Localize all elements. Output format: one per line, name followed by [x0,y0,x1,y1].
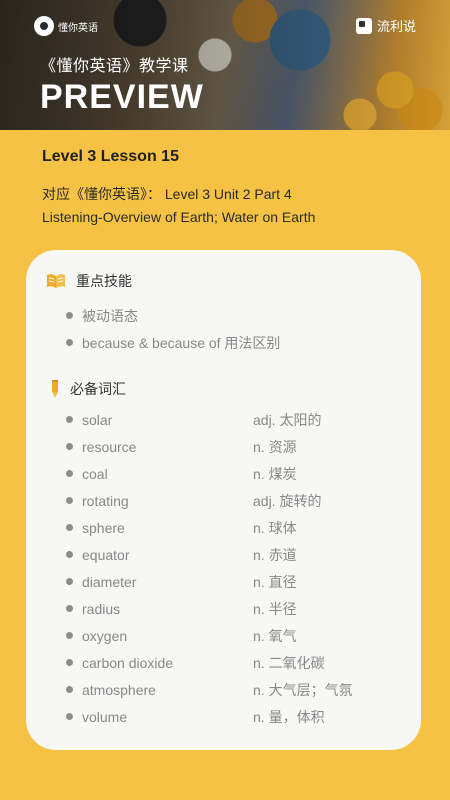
lesson-topic: Listening-Overview of Earth; Water on Ea… [42,209,316,225]
vocab-word: oxygen [82,628,128,644]
vocab-meaning: n. 球体 [253,520,297,536]
vocab-row: radius n. 半径 [66,600,386,627]
brand-logo-right: 流利说 [355,16,416,35]
key-skills-list: 被动语态 because & because of 用法区别 [66,307,280,361]
preview-title: PREVIEW [40,78,204,116]
brand-name-right: 流利说 [376,19,416,34]
vocab-row: coal n. 煤炭 [66,465,386,492]
vocab-word: carbon dioxide [82,655,174,671]
pencil-icon [52,380,58,398]
vocab-meaning: n. 大气层；气氛 [253,682,353,698]
vocab-word: coal [82,466,108,482]
vocab-meaning: n. 氧气 [253,628,297,644]
vocab-row: equator n. 赤道 [66,546,386,573]
vocab-word: rotating [82,493,129,509]
vocab-meaning: n. 直径 [253,574,297,590]
vocab-meaning: n. 资源 [253,439,297,455]
vocab-row: oxygen n. 氧气 [66,627,386,654]
vocab-row: solar adj. 太阳的 [66,411,386,438]
vocab-word: atmosphere [82,682,156,698]
header-banner: 懂你英语 流利说 《懂你英语》教学课 PREVIEW [0,0,450,130]
list-item: because & because of 用法区别 [66,334,280,361]
lesson-title: Level 3 Lesson 15 [42,148,179,165]
vocab-row: volume n. 量，体积 [66,708,386,735]
course-title: 《懂你英语》教学课 [40,58,189,75]
vocab-word: sphere [82,520,125,536]
vocab-word: volume [82,709,128,725]
lesson-reference: 对应《懂你英语》： Level 3 Unit 2 Part 4 [42,186,292,202]
vocab-meaning: n. 量，体积 [253,709,325,725]
brand-logo-left: 懂你英语 [34,16,98,36]
key-skills-header: 重点技能 [46,271,132,291]
vocab-meaning: adj. 太阳的 [253,412,322,428]
vocab-word: solar [82,412,113,428]
vocabulary-list: solar adj. 太阳的 resource n. 资源 coal n. 煤炭 ro… [66,411,386,735]
vocab-row: rotating adj. 旋转的 [66,492,386,519]
vocab-meaning: n. 煤炭 [253,466,297,482]
vocab-meaning: n. 赤道 [253,547,297,563]
vocab-word: radius [82,601,121,617]
content-card: 重点技能 被动语态 because & because of 用法区别 必备词汇… [26,250,421,750]
brand-icon [34,16,54,36]
vocab-meaning: n. 二氧化碳 [253,655,325,671]
vocab-meaning: n. 半径 [253,601,297,617]
liulishuo-logo-icon [355,17,372,34]
key-skills-heading: 重点技能 [76,273,132,289]
brand-name-left: 懂你英语 [58,22,98,34]
vocab-row: resource n. 资源 [66,438,386,465]
vocabulary-header: 必备词汇 [50,379,126,399]
vocab-word: resource [82,439,137,455]
vocabulary-heading: 必备词汇 [70,381,126,397]
vocab-word: diameter [82,574,137,590]
list-item: 被动语态 [66,307,280,334]
vocab-row: atmosphere n. 大气层；气氛 [66,681,386,708]
vocab-meaning: adj. 旋转的 [253,493,322,509]
book-icon [47,274,65,288]
vocab-row: diameter n. 直径 [66,573,386,600]
vocab-row: sphere n. 球体 [66,519,386,546]
vocab-row: carbon dioxide n. 二氧化碳 [66,654,386,681]
vocab-word: equator [82,547,130,563]
